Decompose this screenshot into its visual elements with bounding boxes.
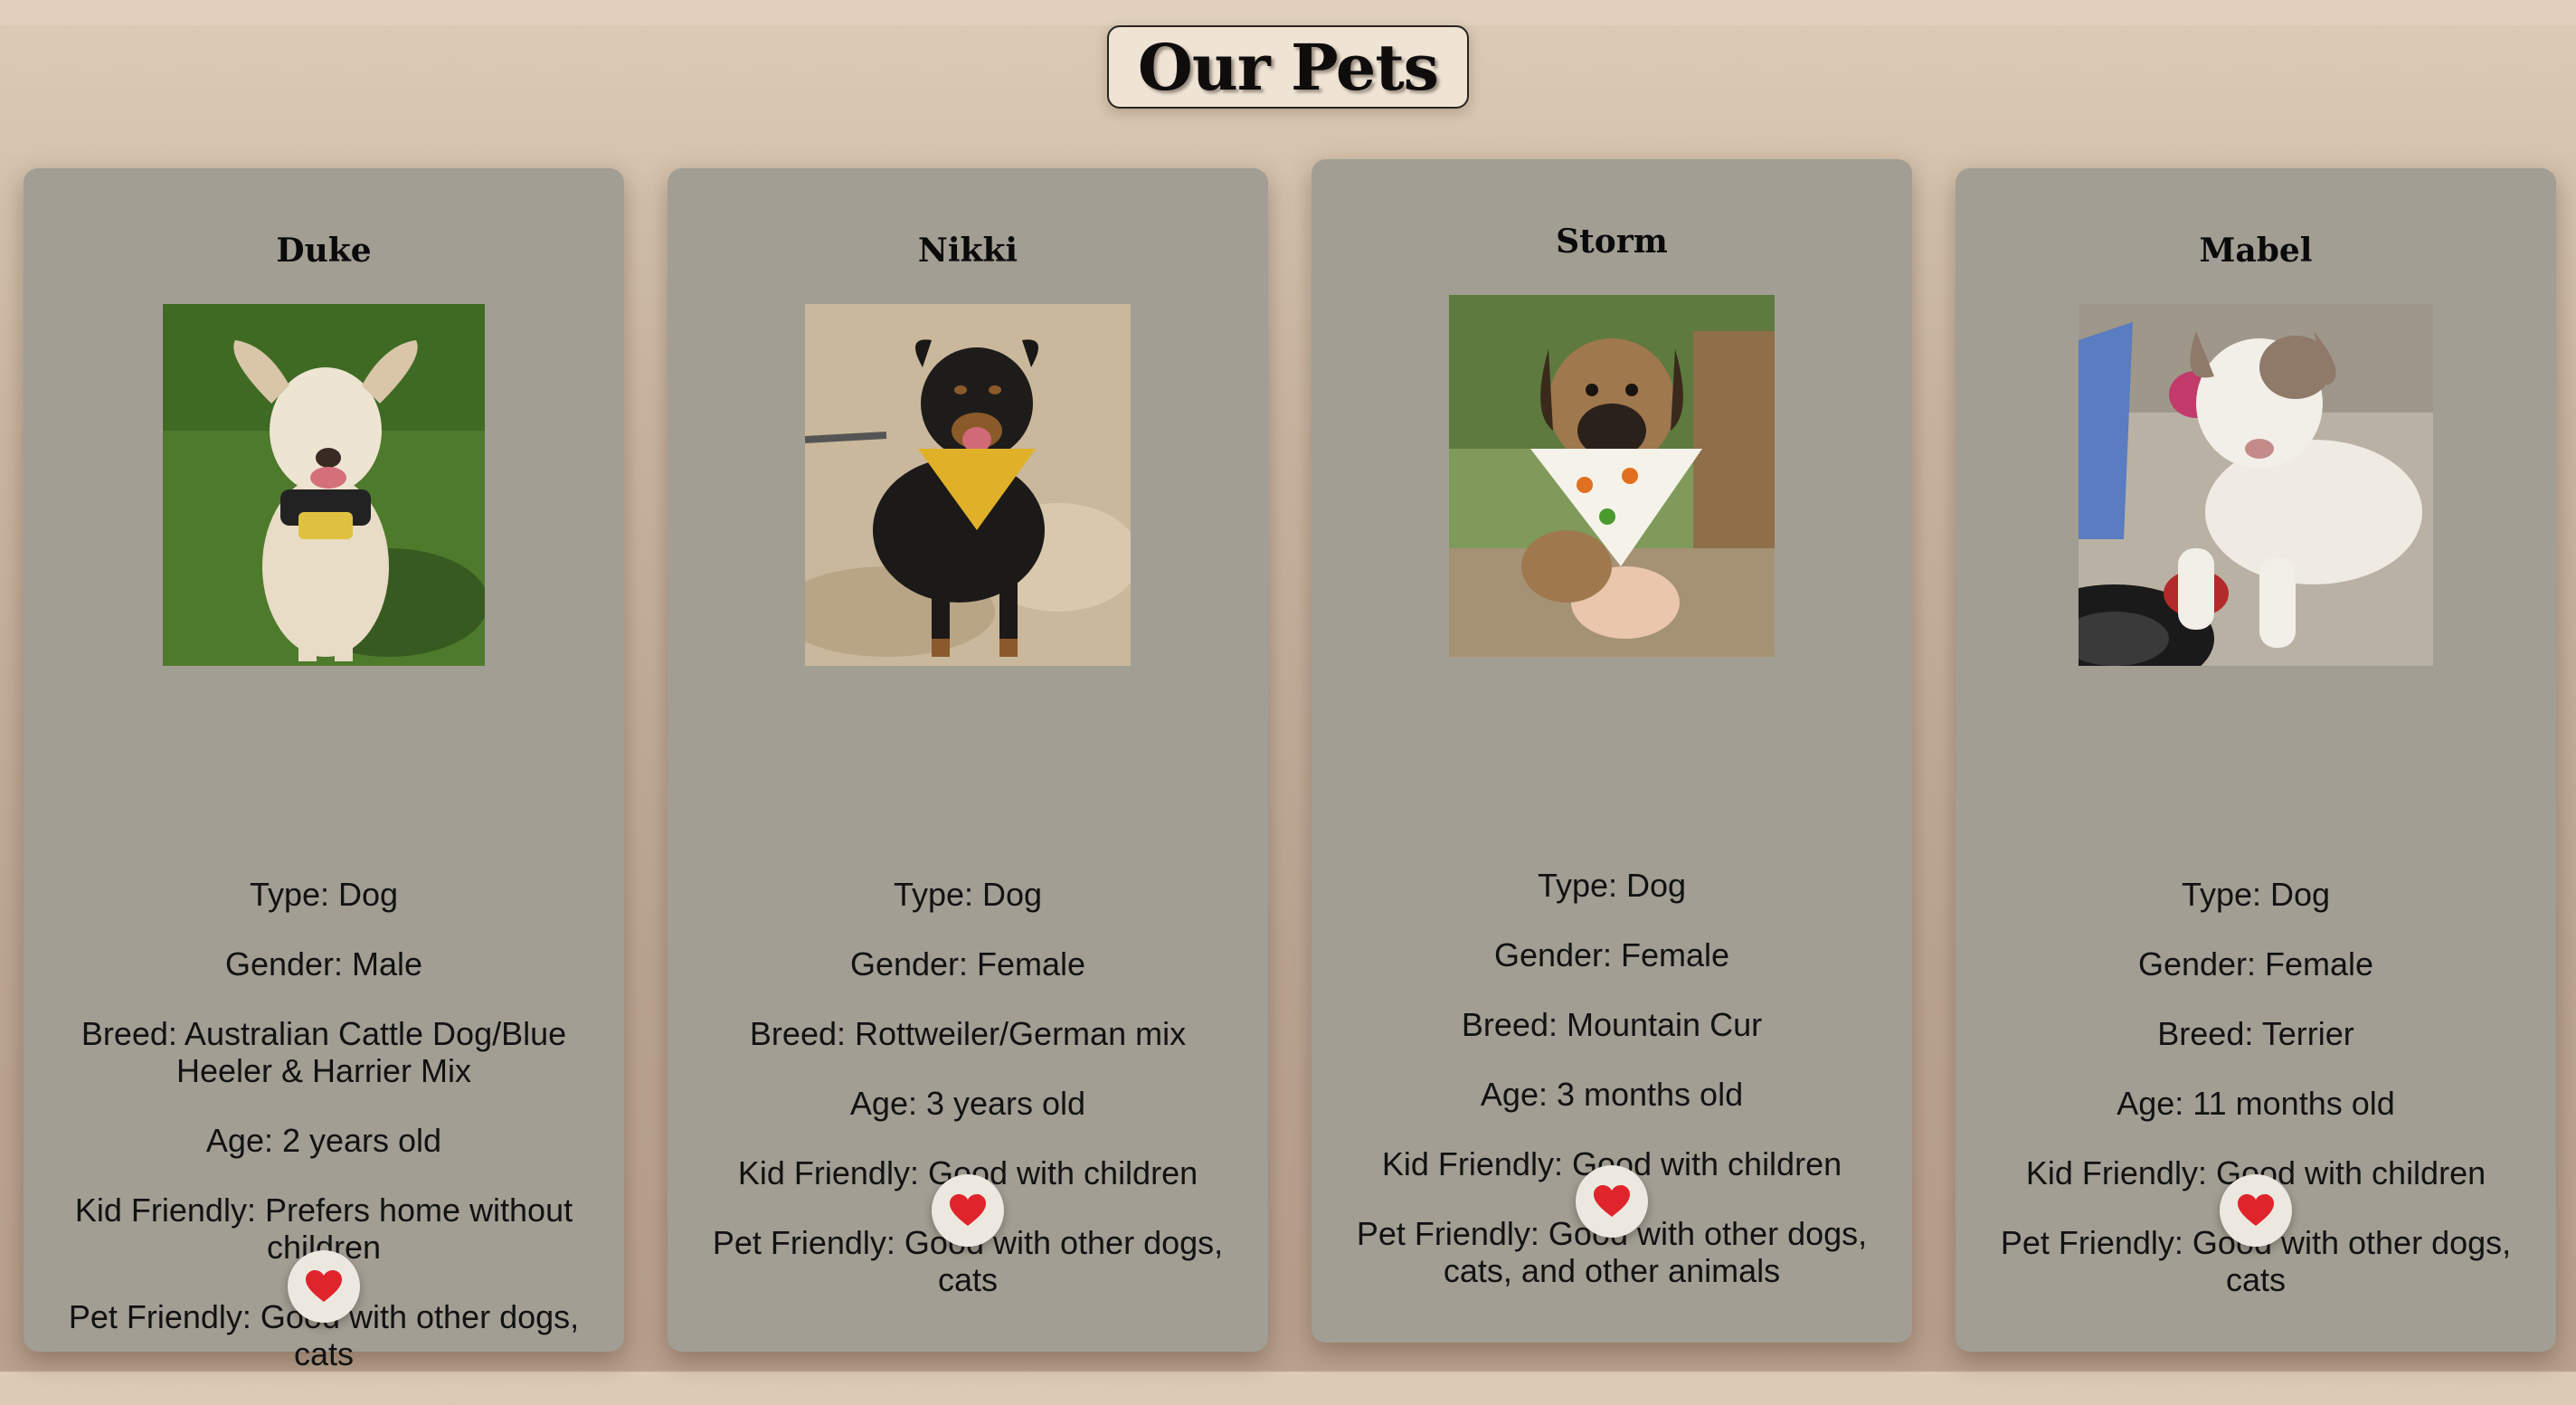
- pet-photo-storm: [1449, 295, 1775, 657]
- heart-icon: [306, 1270, 342, 1302]
- pet-card-storm: Storm Type: Dog Gender: Female Breed: Mo…: [1312, 159, 1912, 1343]
- pet-breed: Breed: Rottweiler/German mix: [749, 1015, 1187, 1052]
- pet-photo-nikki: [805, 304, 1131, 666]
- pet-info: Type: Dog Gender: Female Breed: Rottweil…: [704, 876, 1232, 1331]
- pet-breed: Breed: Mountain Cur: [1461, 1006, 1763, 1043]
- pet-name: Storm: [1556, 223, 1668, 261]
- pet-type: Type: Dog: [1537, 867, 1687, 904]
- pet-age: Age: 3 months old: [1480, 1076, 1744, 1113]
- favorite-button[interactable]: [1576, 1165, 1648, 1238]
- pet-name: Duke: [276, 232, 372, 270]
- page-title-box: Our Pets: [1107, 25, 1469, 109]
- pet-card-nikki: Nikki Type: Dog Gender: Female Breed: Ro…: [668, 168, 1268, 1352]
- pet-photo-mabel: [2079, 304, 2433, 666]
- pet-breed: Breed: Australian Cattle Dog/Blue Heeler…: [80, 1015, 567, 1089]
- pet-gender: Gender: Female: [1493, 936, 1730, 973]
- pet-card-duke: Duke Type: Dog Gender: Male Breed: Austr…: [24, 168, 624, 1372]
- heart-icon: [1594, 1185, 1630, 1217]
- pet-info: Type: Dog Gender: Male Breed: Australian…: [60, 876, 588, 1405]
- pet-age: Age: 3 years old: [849, 1085, 1086, 1122]
- pet-info: Type: Dog Gender: Female Breed: Terrier …: [1992, 876, 2520, 1331]
- pet-info: Type: Dog Gender: Female Breed: Mountain…: [1348, 867, 1876, 1322]
- top-band: [0, 0, 2576, 25]
- pet-breed: Breed: Terrier: [2157, 1015, 2354, 1052]
- heart-icon: [950, 1194, 986, 1226]
- pet-age: Age: 11 months old: [2117, 1085, 2395, 1122]
- pet-name: Nikki: [917, 232, 1018, 270]
- pet-type: Type: Dog: [893, 876, 1043, 913]
- pet-gender: Gender: Male: [224, 945, 423, 983]
- pet-gender: Gender: Female: [2137, 945, 2374, 983]
- pet-age: Age: 2 years old: [205, 1122, 442, 1159]
- favorite-button[interactable]: [288, 1250, 360, 1323]
- favorite-button[interactable]: [2220, 1174, 2292, 1247]
- page-title: Our Pets: [1137, 29, 1439, 105]
- pet-type: Type: Dog: [249, 876, 399, 913]
- pet-card-mabel: Mabel Type: Dog Gender: Female Breed: Te…: [1956, 168, 2556, 1352]
- favorite-button[interactable]: [932, 1174, 1004, 1247]
- pet-name: Mabel: [2199, 232, 2313, 270]
- heart-icon: [2238, 1194, 2274, 1226]
- pet-gender: Gender: Female: [849, 945, 1086, 983]
- pet-photo-duke: [163, 304, 485, 666]
- pet-type: Type: Dog: [2181, 876, 2331, 913]
